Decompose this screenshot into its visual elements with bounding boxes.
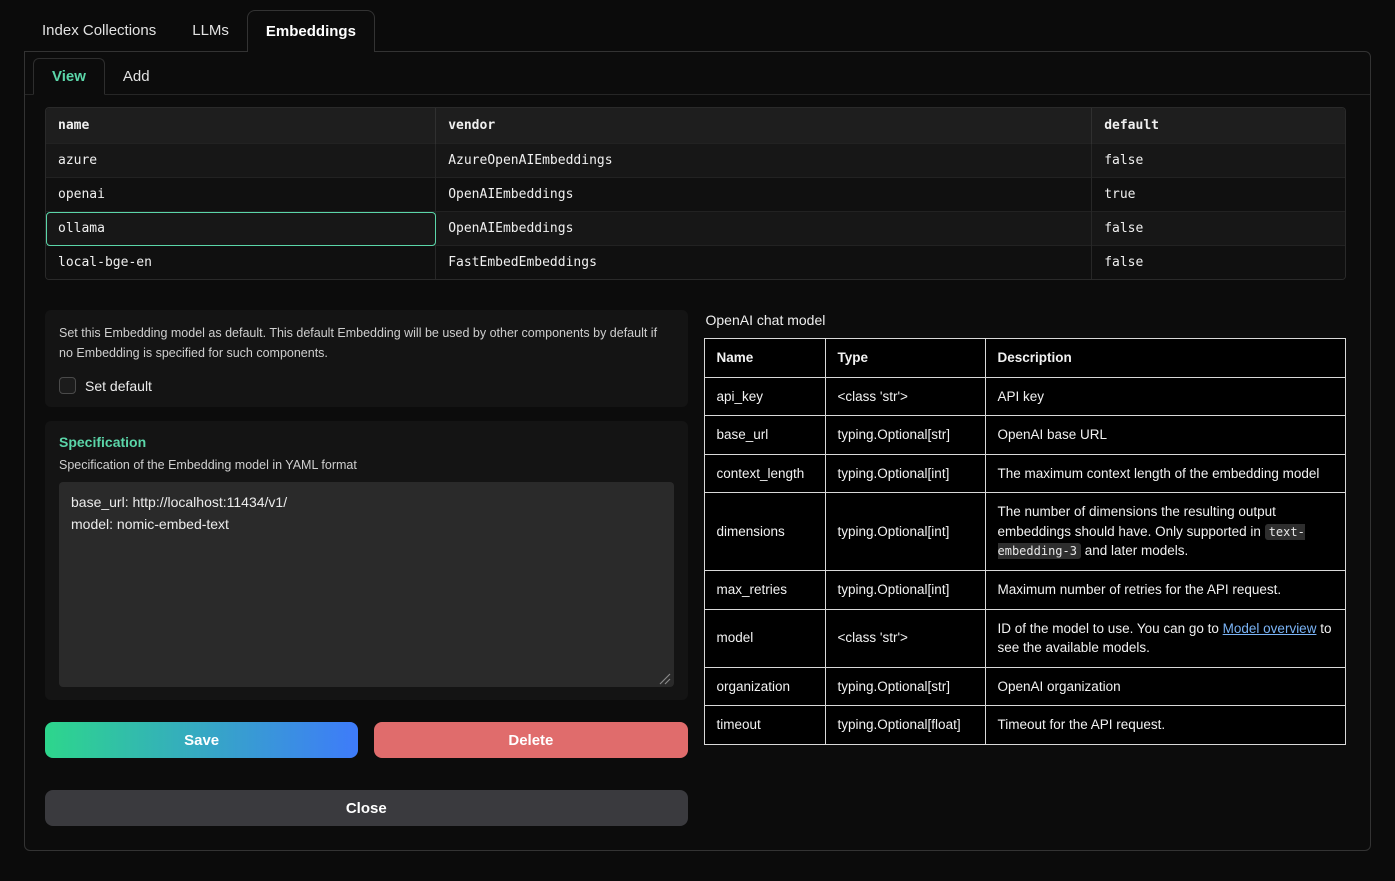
description-text: ID of the model to use. You can go to bbox=[998, 621, 1223, 636]
embeddings-table-wrap: name vendor default azure AzureOpenAIEmb… bbox=[45, 107, 1346, 280]
delete-button[interactable]: Delete bbox=[374, 722, 687, 758]
param-description: API key bbox=[985, 377, 1346, 416]
close-button[interactable]: Close bbox=[45, 790, 688, 826]
param-type: <class 'str'> bbox=[825, 609, 985, 667]
schema-row-max-retries: max_retries typing.Optional[int] Maximum… bbox=[704, 570, 1346, 609]
embeddings-panel: View Add name vendor default bbox=[24, 51, 1371, 851]
table-row-azure[interactable]: azure AzureOpenAIEmbeddings false bbox=[46, 144, 1345, 178]
schema-row-model: model <class 'str'> ID of the model to u… bbox=[704, 609, 1346, 667]
param-description: OpenAI base URL bbox=[985, 416, 1346, 455]
cell-default[interactable]: false bbox=[1092, 246, 1345, 280]
column-header-vendor: vendor bbox=[436, 108, 1092, 144]
tab-llms[interactable]: LLMs bbox=[174, 10, 247, 51]
param-description: Timeout for the API request. bbox=[985, 706, 1346, 745]
schema-panel-title: OpenAI chat model bbox=[706, 312, 1347, 328]
schema-header-type: Type bbox=[825, 339, 985, 378]
schema-row-timeout: timeout typing.Optional[float] Timeout f… bbox=[704, 706, 1346, 745]
cell-name-selected[interactable]: ollama bbox=[46, 212, 436, 246]
action-button-row: Save Delete bbox=[45, 722, 688, 758]
tab-index-collections[interactable]: Index Collections bbox=[24, 10, 174, 51]
cell-default[interactable]: false bbox=[1092, 212, 1345, 246]
app-root: Index Collections LLMs Embeddings View A… bbox=[0, 0, 1395, 851]
set-default-label: Set default bbox=[85, 378, 152, 394]
set-default-checkbox-row[interactable]: Set default bbox=[59, 377, 674, 394]
table-row-local-bge-en[interactable]: local-bge-en FastEmbedEmbeddings false bbox=[46, 246, 1345, 280]
inner-tab-bar: View Add bbox=[25, 52, 1370, 95]
details-column: Set this Embedding model as default. Thi… bbox=[45, 310, 688, 826]
schema-table: Name Type Description api_key <class 'st… bbox=[704, 338, 1347, 745]
embeddings-table: name vendor default azure AzureOpenAIEmb… bbox=[46, 108, 1345, 279]
model-overview-link[interactable]: Model overview bbox=[1223, 621, 1317, 636]
table-row-ollama[interactable]: ollama OpenAIEmbeddings false bbox=[46, 212, 1345, 246]
cell-vendor[interactable]: FastEmbedEmbeddings bbox=[436, 246, 1092, 280]
default-info-text: Set this Embedding model as default. Thi… bbox=[59, 323, 674, 363]
description-text: The number of dimensions the resulting o… bbox=[998, 504, 1276, 539]
yaml-spec-textarea[interactable]: base_url: http://localhost:11434/v1/ mod… bbox=[59, 482, 674, 687]
panel-content: name vendor default azure AzureOpenAIEmb… bbox=[25, 95, 1370, 850]
param-type: typing.Optional[str] bbox=[825, 416, 985, 455]
set-default-checkbox[interactable] bbox=[59, 377, 76, 394]
set-default-block: Set this Embedding model as default. Thi… bbox=[45, 310, 688, 407]
resize-handle-icon[interactable] bbox=[659, 672, 671, 684]
cell-default[interactable]: false bbox=[1092, 144, 1345, 178]
specification-heading: Specification bbox=[59, 434, 674, 450]
cell-name[interactable]: openai bbox=[46, 178, 436, 212]
param-type: typing.Optional[str] bbox=[825, 667, 985, 706]
tab-view[interactable]: View bbox=[33, 58, 105, 95]
schema-row-dimensions: dimensions typing.Optional[int] The numb… bbox=[704, 493, 1346, 571]
param-name: organization bbox=[704, 667, 825, 706]
column-header-default: default bbox=[1092, 108, 1345, 144]
param-name: timeout bbox=[704, 706, 825, 745]
schema-row-api-key: api_key <class 'str'> API key bbox=[704, 377, 1346, 416]
specification-block: Specification Specification of the Embed… bbox=[45, 421, 688, 700]
param-description: The maximum context length of the embedd… bbox=[985, 454, 1346, 493]
cell-default[interactable]: true bbox=[1092, 178, 1345, 212]
param-description: Maximum number of retries for the API re… bbox=[985, 570, 1346, 609]
param-name: model bbox=[704, 609, 825, 667]
param-type: typing.Optional[float] bbox=[825, 706, 985, 745]
cell-vendor[interactable]: OpenAIEmbeddings bbox=[436, 178, 1092, 212]
param-name: api_key bbox=[704, 377, 825, 416]
param-name: context_length bbox=[704, 454, 825, 493]
param-description: The number of dimensions the resulting o… bbox=[985, 493, 1346, 571]
schema-column: OpenAI chat model Name Type Description bbox=[704, 310, 1347, 745]
param-type: <class 'str'> bbox=[825, 377, 985, 416]
param-type: typing.Optional[int] bbox=[825, 570, 985, 609]
param-name: dimensions bbox=[704, 493, 825, 571]
table-row-openai[interactable]: openai OpenAIEmbeddings true bbox=[46, 178, 1345, 212]
cell-name[interactable]: azure bbox=[46, 144, 436, 178]
param-description: ID of the model to use. You can go to Mo… bbox=[985, 609, 1346, 667]
cell-vendor[interactable]: AzureOpenAIEmbeddings bbox=[436, 144, 1092, 178]
schema-row-organization: organization typing.Optional[str] OpenAI… bbox=[704, 667, 1346, 706]
cell-name[interactable]: local-bge-en bbox=[46, 246, 436, 280]
save-button[interactable]: Save bbox=[45, 722, 358, 758]
param-type: typing.Optional[int] bbox=[825, 493, 985, 571]
schema-header-name: Name bbox=[704, 339, 825, 378]
schema-header-row: Name Type Description bbox=[704, 339, 1346, 378]
top-tab-bar: Index Collections LLMs Embeddings bbox=[24, 10, 1371, 51]
param-type: typing.Optional[int] bbox=[825, 454, 985, 493]
cell-vendor[interactable]: OpenAIEmbeddings bbox=[436, 212, 1092, 246]
schema-header-description: Description bbox=[985, 339, 1346, 378]
param-name: max_retries bbox=[704, 570, 825, 609]
tab-embeddings[interactable]: Embeddings bbox=[247, 10, 375, 52]
schema-row-context-length: context_length typing.Optional[int] The … bbox=[704, 454, 1346, 493]
tab-add[interactable]: Add bbox=[105, 59, 168, 94]
param-description: OpenAI organization bbox=[985, 667, 1346, 706]
description-text: and later models. bbox=[1081, 543, 1188, 558]
param-name: base_url bbox=[704, 416, 825, 455]
specification-subtitle: Specification of the Embedding model in … bbox=[59, 458, 674, 472]
schema-row-base-url: base_url typing.Optional[str] OpenAI bas… bbox=[704, 416, 1346, 455]
table-header-row: name vendor default bbox=[46, 108, 1345, 144]
column-header-name: name bbox=[46, 108, 436, 144]
